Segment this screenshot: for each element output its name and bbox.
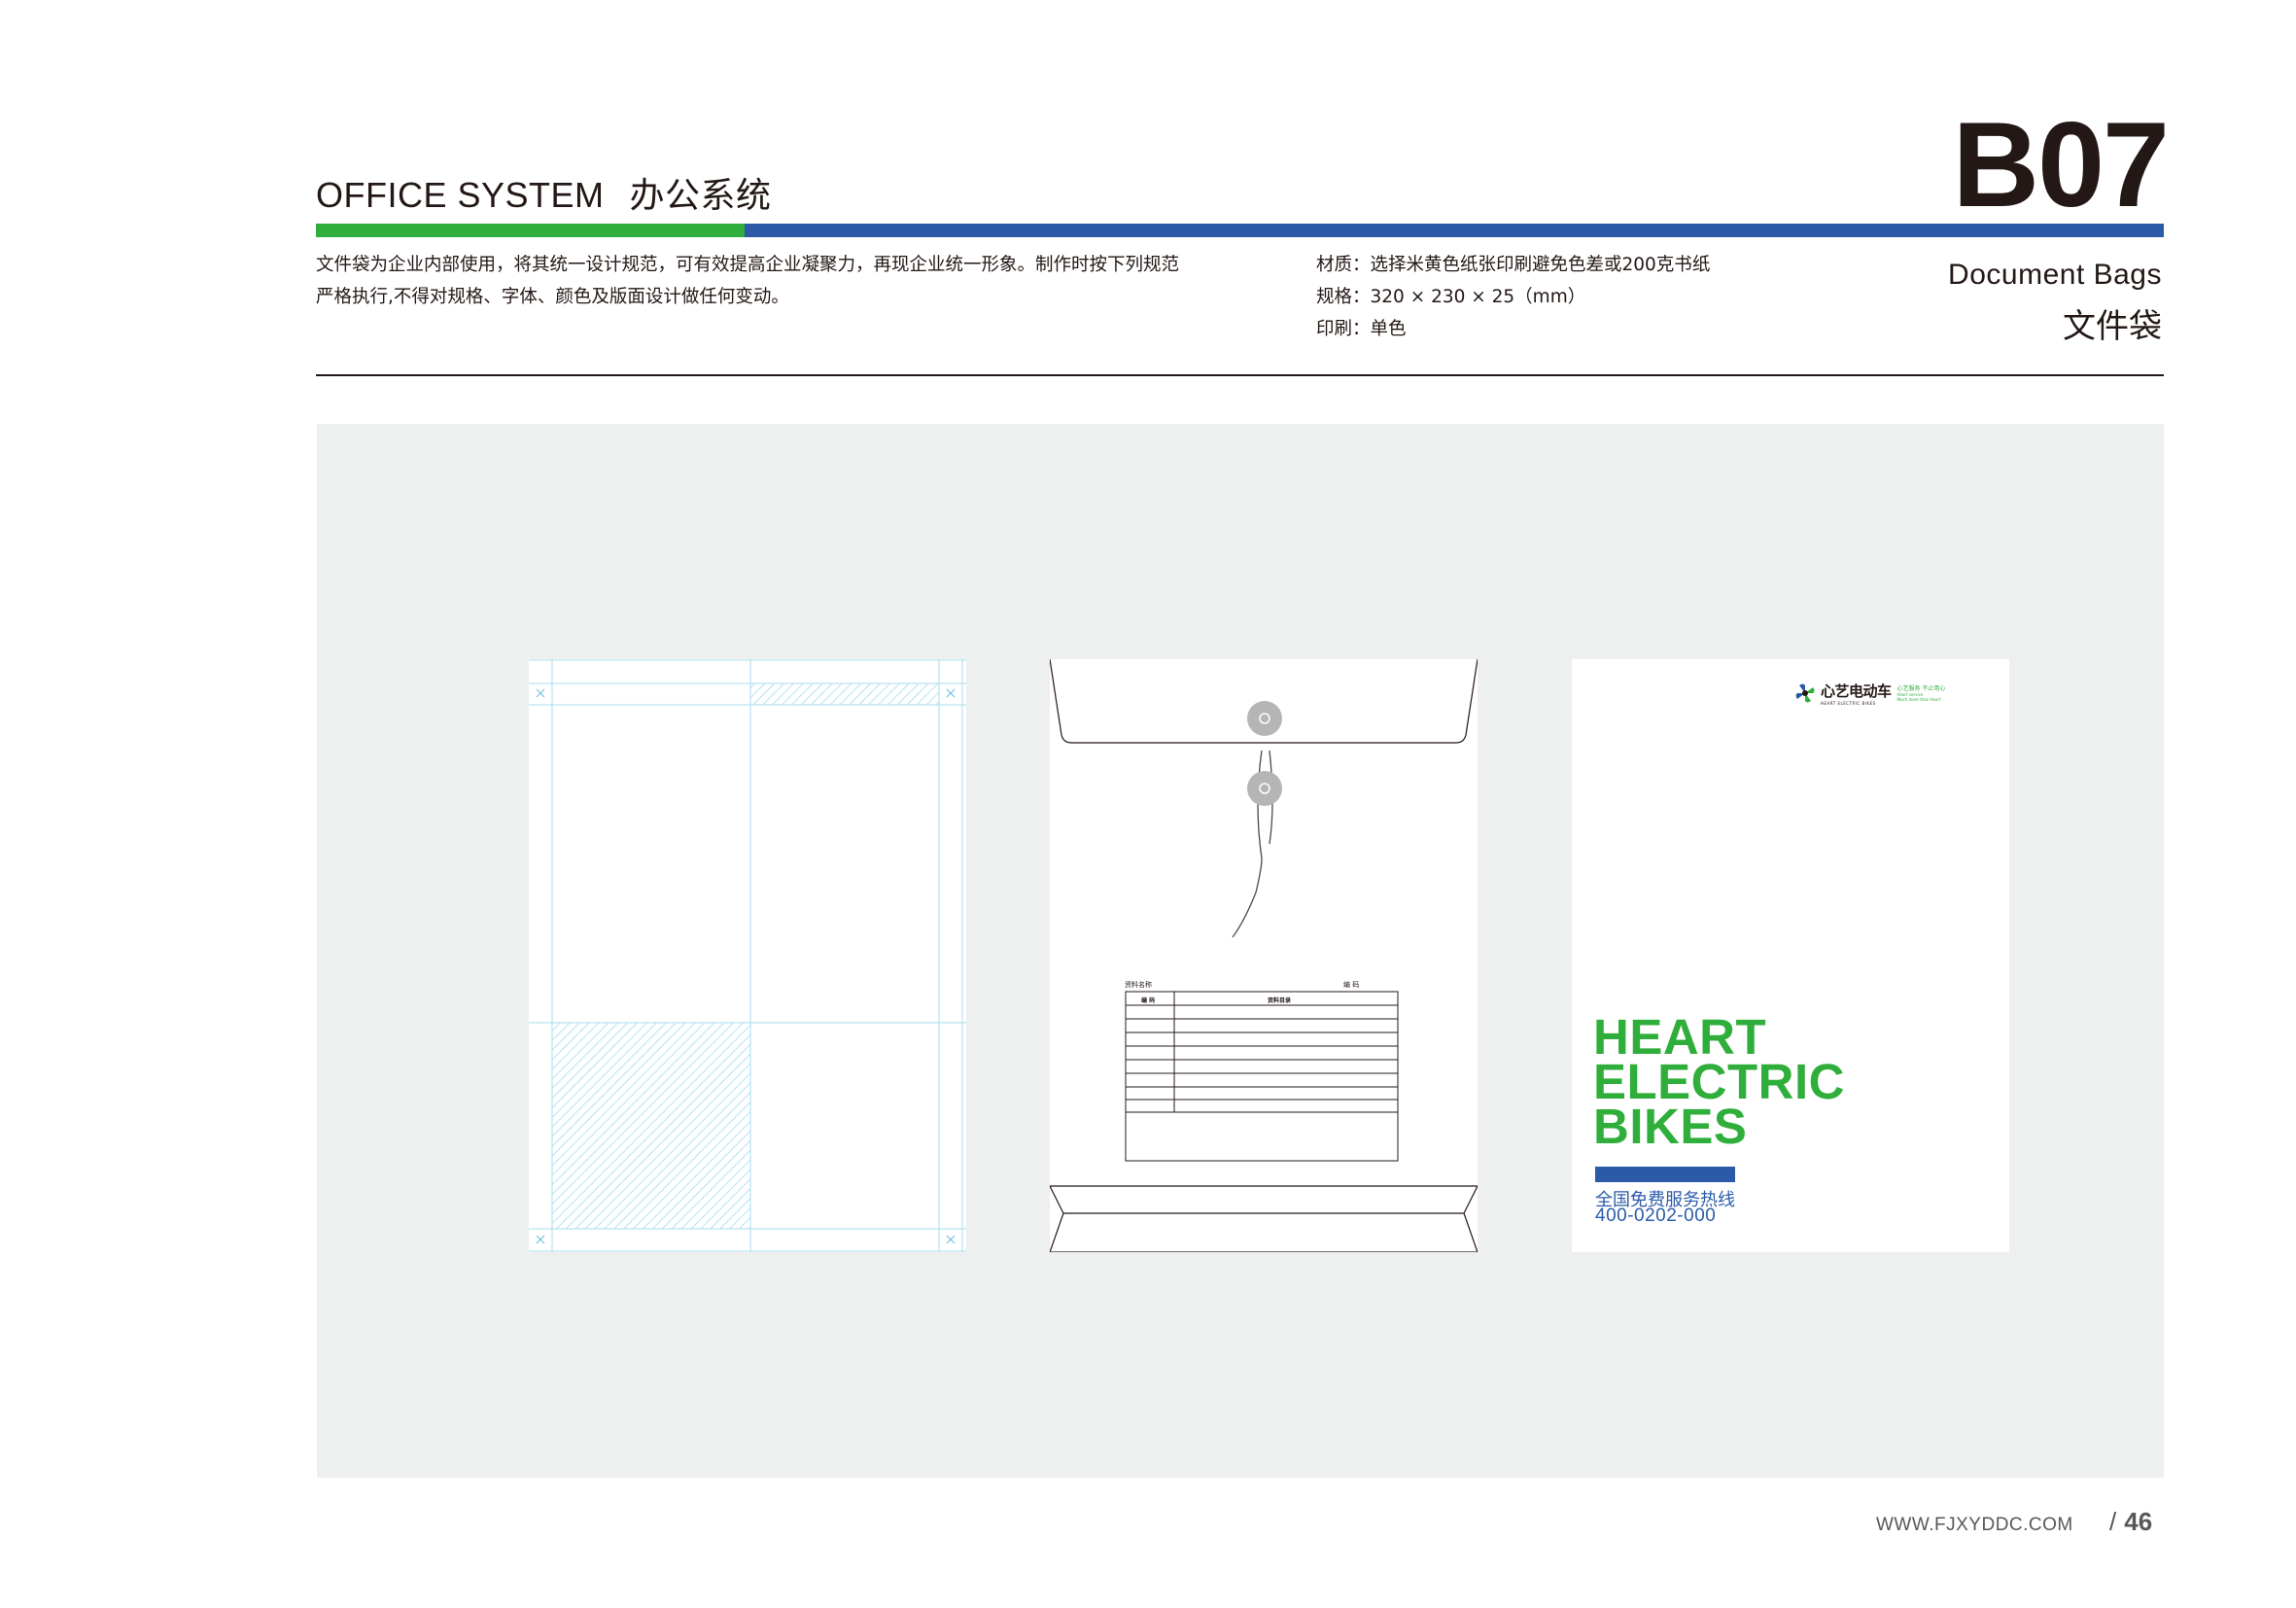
page-number: /46 [2109, 1507, 2152, 1537]
envelope-back: 资料名称 编 码 编 码 资料目录 [1049, 658, 1478, 1253]
hatched-flap-top [750, 683, 939, 705]
envelope-front: 心艺电动车 HEART ELECTRIC BIKES 心艺服务 不止用心 Hea… [1572, 659, 2009, 1252]
logo-slogan-line-3: Much more than heart [1896, 696, 1941, 702]
hotline-number: 400-0202-000 [1595, 1206, 1717, 1226]
spec-size: 规格：320 × 230 × 25（mm） [1316, 287, 1586, 307]
header-rule [316, 374, 2164, 376]
cover-accent-bar [1595, 1167, 1735, 1182]
hatched-flap-side [552, 1023, 750, 1229]
section-title: OFFICE SYSTEM 办公系统 [316, 167, 772, 218]
section-title-en: OFFICE SYSTEM [316, 175, 605, 215]
page-number-value: 46 [2124, 1507, 2153, 1536]
cover-title-line-3: BIKES [1593, 1099, 1748, 1154]
description-text: 文件袋为企业内部使用，将其统一设计规范，可有效提高企业凝聚力，再现企业统一形象。… [316, 255, 1180, 307]
document-title-en: Document Bags [1948, 259, 2162, 291]
header-bar-green [316, 224, 745, 237]
die-grid-drawing [529, 659, 966, 1252]
logo-slogan-line-1: 心艺服务 不止用心 [1896, 684, 1946, 692]
brand-logo: 心艺电动车 HEART ELECTRIC BIKES 心艺服务 不止用心 Hea… [1793, 681, 1945, 706]
page-code: B07 [1952, 98, 2170, 232]
form-name-label: 资料名称 [1125, 980, 1152, 989]
logo-sub: HEART ELECTRIC BIKES [1821, 701, 1876, 706]
bottom-flap [1049, 1185, 1478, 1253]
header-bar-blue [745, 224, 2164, 237]
envelope-back-drawing: 资料名称 编 码 编 码 资料目录 [1049, 658, 1478, 1253]
spec-material: 材质：选择米黄色纸张印刷避免色差或200克书纸 [1316, 255, 1711, 275]
table-header-catalog: 资料目录 [1268, 996, 1291, 1004]
page-number-slash: / [2109, 1507, 2117, 1536]
logo-name: 心艺电动车 [1821, 682, 1892, 700]
logo-slogan: 心艺服务 不止用心 Heart service Much more than h… [1897, 685, 1946, 702]
form-code-label: 编 码 [1343, 980, 1359, 989]
section-title-cn: 办公系统 [629, 176, 772, 216]
document-title-cn: 文件袋 [2063, 307, 2162, 346]
clover-logo-icon [1795, 683, 1815, 703]
table-header-code: 编 码 [1141, 996, 1155, 1004]
cover-title: HEART ELECTRIC BIKES [1593, 1012, 1845, 1154]
spec-list: 材质：选择米黄色纸张印刷避免色差或200克书纸 规格：320 × 230 × 2… [1316, 249, 1899, 345]
spec-print: 印刷：单色 [1316, 319, 1407, 339]
site-url[interactable]: WWW.FJXYDDC.COM [1876, 1515, 2073, 1536]
document-title: Document Bags 文件袋 [1948, 259, 2162, 347]
envelope-die-grid [529, 659, 966, 1252]
